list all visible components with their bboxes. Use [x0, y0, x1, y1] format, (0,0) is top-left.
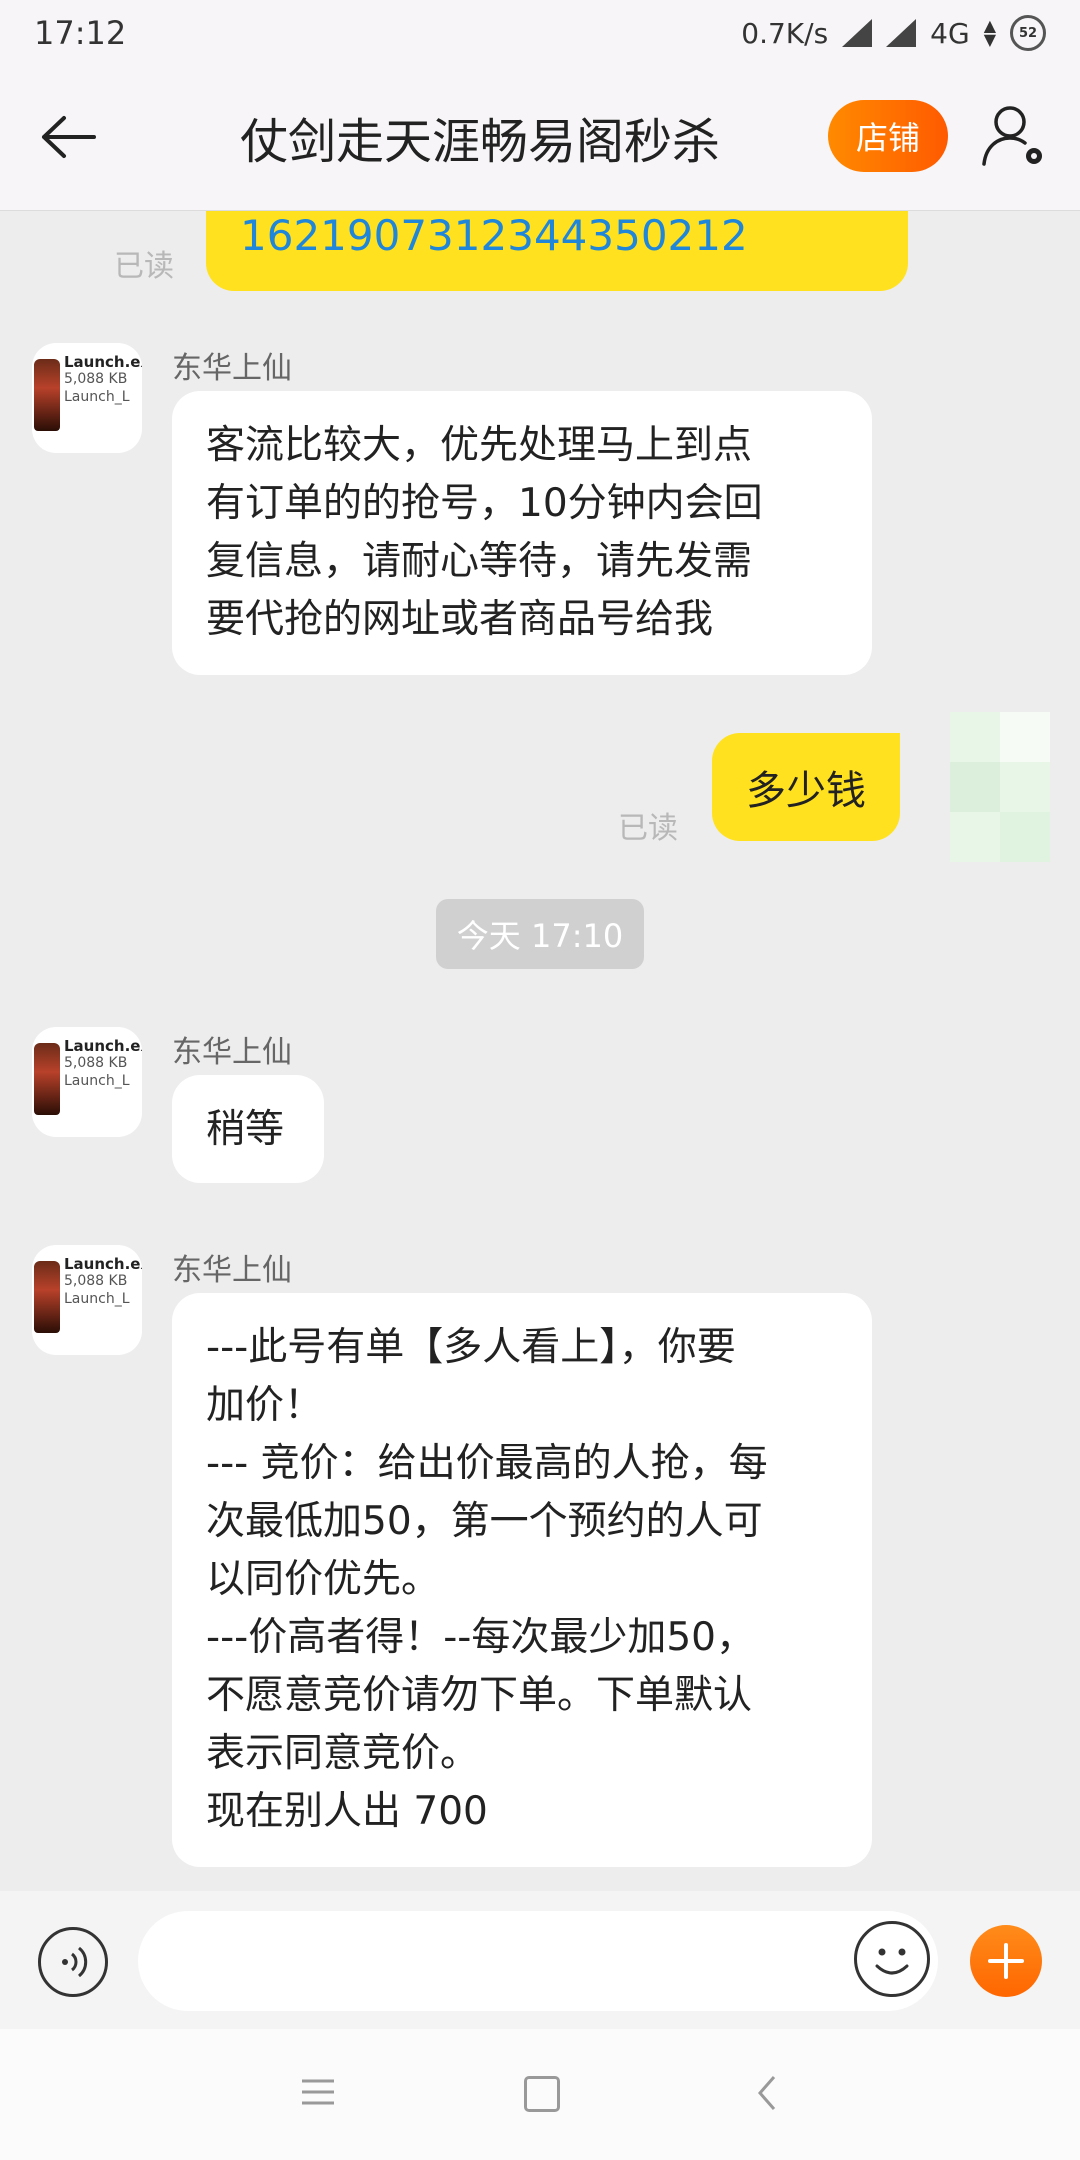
avatar[interactable]: Launch.ex 5,088 KB Launch_L [32, 343, 142, 453]
system-nav-bar [0, 2029, 1080, 2160]
message-bubble-received[interactable]: ---此号有单【多人看上】，你要 加价！ --- 竞价：给出价最高的人抢，每 次… [172, 1293, 872, 1867]
user-avatar-blurred[interactable] [950, 712, 1050, 862]
chat-title: 仗剑走天涯畅易阁秒杀 [239, 114, 720, 170]
battery-icon: 52 [1010, 15, 1046, 51]
chat-header: 仗剑走天涯畅易阁秒杀 店铺 [0, 66, 1080, 211]
status-bar: 17:12 0.7K/s 4G ▲ ▼ 52 [0, 0, 1080, 66]
avatar[interactable]: Launch.ex 5,088 KB Launch_L [32, 1027, 142, 1137]
avatar-image-icon [34, 1043, 60, 1115]
menu-icon[interactable] [300, 2077, 336, 2107]
sender-name: 东华上仙 [172, 1035, 292, 1070]
plus-icon [988, 1943, 1024, 1979]
message-bubble-sent[interactable]: 多少钱 [712, 733, 900, 841]
signal-icon-2 [886, 19, 917, 47]
status-time: 17:12 [34, 14, 127, 52]
signal-icon [842, 19, 873, 47]
emoji-button[interactable] [854, 1921, 930, 1997]
smiley-icon [875, 1948, 909, 1975]
data-arrows-icon: ▲ ▼ [983, 16, 996, 49]
avatar[interactable]: Launch.ex 5,088 KB Launch_L [32, 1245, 142, 1355]
voice-icon [62, 1946, 88, 1978]
nav-back-icon[interactable] [752, 2073, 782, 2113]
avatar-image-icon [34, 359, 60, 431]
message-bubble-received[interactable]: 客流比较大，优先处理马上到点 有订单的的抢号，10分钟内会回 复信息，请耐心等待… [172, 391, 872, 675]
net-speed: 0.7K/s [741, 16, 829, 50]
sender-name: 东华上仙 [172, 351, 292, 386]
sender-name: 东华上仙 [172, 1253, 292, 1288]
message-input[interactable] [138, 1911, 938, 2011]
timestamp-divider: 今天 17:10 [436, 899, 644, 969]
message-bubble-received[interactable]: 稍等 [172, 1075, 324, 1183]
voice-input-button[interactable] [38, 1927, 108, 1997]
shop-button[interactable]: 店铺 [828, 100, 948, 172]
chat-message-list[interactable]: 已读 1621907312344350212 Launch.ex 5,088 K… [0, 211, 1080, 1891]
home-icon[interactable] [524, 2076, 560, 2112]
user-settings-icon[interactable] [980, 102, 1048, 170]
back-arrow-icon[interactable] [38, 112, 98, 162]
status-indicators: 0.7K/s 4G ▲ ▼ 52 [741, 15, 1046, 51]
read-receipt: 已读 [618, 811, 678, 846]
read-receipt: 已读 [114, 249, 174, 284]
input-bar [0, 1891, 1080, 2029]
more-plus-button[interactable] [970, 1925, 1042, 1997]
network-type: 4G [930, 16, 970, 50]
avatar-image-icon [34, 1261, 60, 1333]
message-bubble-sent[interactable]: 1621907312344350212 [206, 211, 908, 291]
